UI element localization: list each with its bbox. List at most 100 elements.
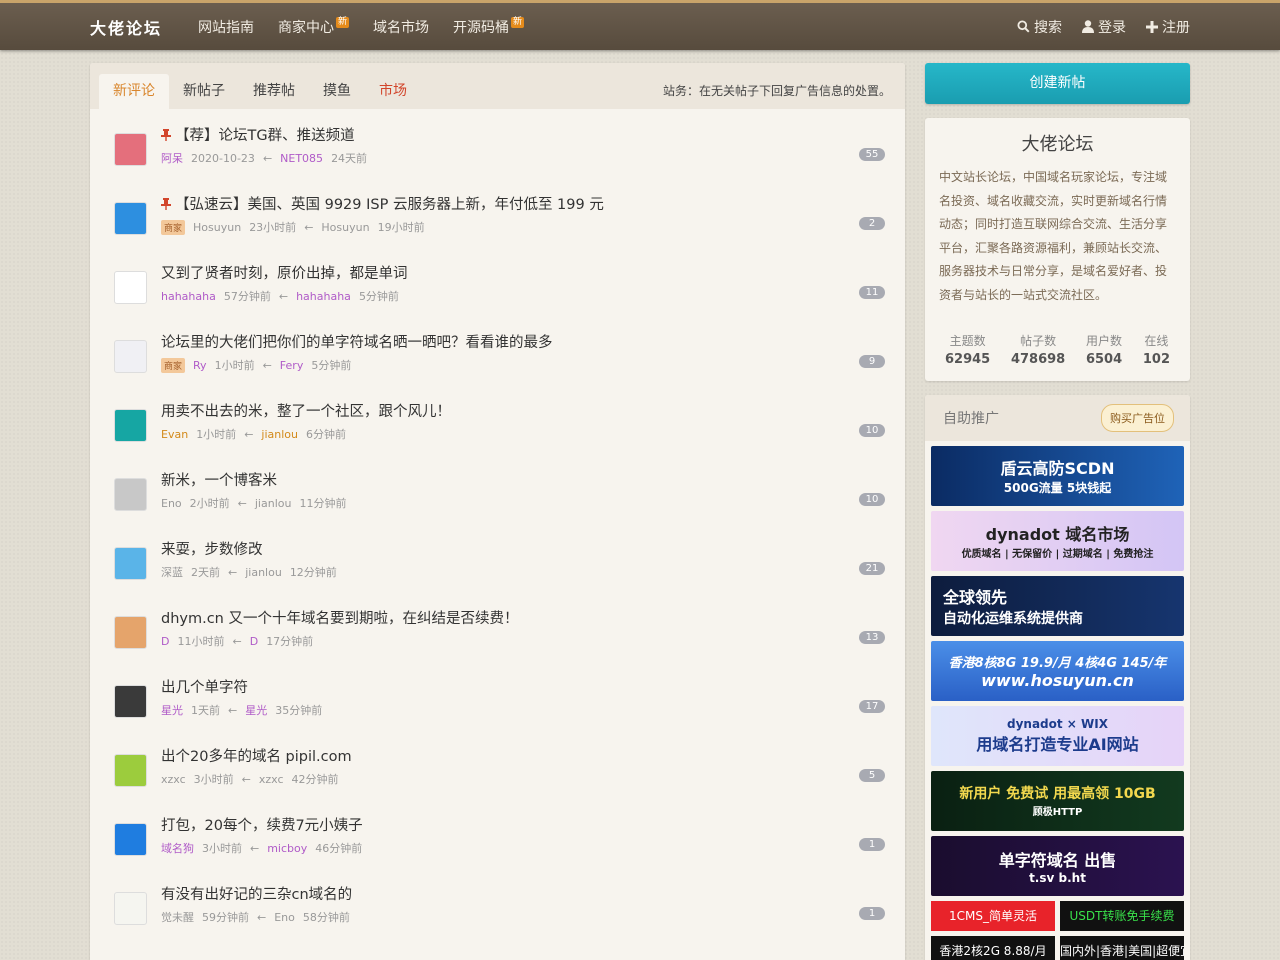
last-reply-user[interactable]: Eno — [274, 911, 295, 924]
tab-recommended[interactable]: 推荐帖 — [239, 74, 309, 109]
topic-author[interactable]: 深蓝 — [161, 564, 183, 580]
avatar[interactable] — [114, 409, 147, 442]
text-ad-usdt[interactable]: USDT转账免手续费 — [1060, 900, 1184, 931]
topic-title[interactable]: 出几个单字符 — [161, 676, 859, 697]
topic-author[interactable]: Eno — [161, 497, 182, 510]
nav-merchant-center[interactable]: 商家中心新 — [278, 17, 350, 37]
reply-count[interactable]: 10 — [859, 493, 885, 506]
last-reply-user[interactable]: D — [250, 635, 258, 648]
text-ad-1cms[interactable]: 1CMS_简单灵活 — [931, 900, 1055, 931]
last-reply-user[interactable]: hahahaha — [296, 290, 351, 303]
ad-banner-hosuyun[interactable]: 香港8核8G 19.9/月 4核4G 145/年 www.hosuyun.cn — [931, 640, 1184, 701]
topic-title[interactable]: 来耍，步数修改 — [161, 538, 859, 559]
topic-row[interactable]: 出几个单字符 星光 1天前 ← 星光 35分钟前 17 — [90, 661, 905, 730]
last-reply-user[interactable]: xzxc — [259, 773, 284, 786]
topic-author[interactable]: D — [161, 635, 169, 648]
reply-count[interactable]: 55 — [859, 148, 885, 161]
avatar[interactable] — [114, 823, 147, 856]
create-topic-button[interactable]: 创建新帖 — [925, 63, 1190, 104]
avatar[interactable] — [114, 271, 147, 304]
tab-new-posts[interactable]: 新帖子 — [169, 74, 239, 109]
topic-author[interactable]: hahahaha — [161, 290, 216, 303]
site-notice[interactable]: 站务：在无关帖子下回复广告信息的处置。 — [663, 82, 891, 99]
buy-ad-button[interactable]: 购买广告位 — [1101, 403, 1174, 432]
reply-count[interactable]: 1 — [859, 838, 885, 851]
last-reply-user[interactable]: micboy — [267, 842, 307, 855]
avatar[interactable] — [114, 547, 147, 580]
avatar[interactable] — [114, 892, 147, 925]
topic-row[interactable]: 【荐】论坛TG群、推送频道 阿呆 2020-10-23 ← NET085 24天… — [90, 109, 905, 178]
last-reply-user[interactable]: jianlou — [255, 497, 292, 510]
topic-author[interactable]: 星光 — [161, 702, 183, 718]
topic-row[interactable]: 出个20多年的域名 pipil.com xzxc 3小时前 ← xzxc 42分… — [90, 730, 905, 799]
ad-banner-single-char-domain[interactable]: 单字符域名 出售 t.sv b.ht — [931, 835, 1184, 896]
reply-count[interactable]: 21 — [859, 562, 885, 575]
last-reply-user[interactable]: NET085 — [280, 152, 323, 165]
reply-count[interactable]: 11 — [859, 286, 885, 299]
topic-author[interactable]: xzxc — [161, 773, 186, 786]
reply-count[interactable]: 17 — [859, 700, 885, 713]
nav-open-source[interactable]: 开源码桶新 — [453, 17, 525, 37]
topic-row[interactable]: 用卖不出去的米，整了一个社区，跟个风儿！ Evan 1小时前 ← jianlou… — [90, 385, 905, 454]
reply-count[interactable]: 10 — [859, 424, 885, 437]
topic-title[interactable]: 新米，一个博客米 — [161, 469, 859, 490]
topic-row[interactable]: 论坛里的大佬们把你们的单字符域名晒一晒吧？看看谁的最多 商家 Ry 1小时前 ←… — [90, 316, 905, 385]
text-ad-hk-server[interactable]: 香港2核2G 8.88/月 — [931, 935, 1055, 960]
topic-row[interactable]: dhym.cn 又一个十年域名要到期啦，在纠结是否续费！ D 11小时前 ← D… — [90, 592, 905, 661]
search-link[interactable]: 搜索 — [1017, 17, 1062, 37]
avatar[interactable] — [114, 202, 147, 235]
avatar[interactable] — [114, 685, 147, 718]
topic-row[interactable]: 新米，一个博客米 Eno 2小时前 ← jianlou 11分钟前 10 — [90, 454, 905, 523]
last-reply-user[interactable]: jianlou — [261, 428, 298, 441]
reply-count[interactable]: 2 — [859, 217, 885, 230]
last-reply-user[interactable]: Fery — [280, 359, 304, 372]
ad-banner-dynadot-market[interactable]: dynadot 域名市场 优质域名 | 无保留价 | 过期域名 | 免费抢注 — [931, 510, 1184, 571]
ad-banner-dynadot-wix[interactable]: dynadot × WIX 用域名打造专业AI网站 — [931, 705, 1184, 766]
tab-market[interactable]: 市场 — [365, 74, 421, 109]
topic-title[interactable]: 【弘速云】美国、英国 9929 ISP 云服务器上新，年付低至 199 元 — [161, 193, 859, 214]
topic-row[interactable]: 来耍，步数修改 深蓝 2天前 ← jianlou 12分钟前 21 — [90, 523, 905, 592]
topic-title[interactable]: 用卖不出去的米，整了一个社区，跟个风儿！ — [161, 400, 859, 421]
topic-row[interactable]: 又到了贤者时刻，原价出掉，都是单词 hahahaha 57分钟前 ← hahah… — [90, 247, 905, 316]
topic-title[interactable]: 又到了贤者时刻，原价出掉，都是单词 — [161, 262, 859, 283]
topic-author[interactable]: Hosuyun — [193, 221, 241, 234]
avatar[interactable] — [114, 340, 147, 373]
site-logo[interactable]: 大佬论坛 — [90, 15, 198, 39]
nav-guide[interactable]: 网站指南 — [198, 17, 254, 37]
text-ad-hosting[interactable]: 国内外|香港|美国|超便宜 — [1060, 935, 1184, 960]
reply-count[interactable]: 5 — [859, 769, 885, 782]
topic-author[interactable]: Evan — [161, 428, 188, 441]
nav-domain-market[interactable]: 域名市场 — [373, 17, 429, 37]
topic-title[interactable]: 出个20多年的域名 pipil.com — [161, 745, 859, 766]
topic-row[interactable]: 打包，20每个，续费7元小姨子 域名狗 3小时前 ← micboy 46分钟前 … — [90, 799, 905, 868]
register-link[interactable]: 注册 — [1146, 17, 1190, 37]
last-reply-user[interactable]: 星光 — [245, 702, 267, 718]
ad-banner-http-proxy[interactable]: 新用户 免费试 用最高领 10GB 顾极HTTP — [931, 770, 1184, 831]
avatar[interactable] — [114, 616, 147, 649]
topic-author[interactable]: 觉未醒 — [161, 909, 194, 925]
last-reply-user[interactable]: jianlou — [245, 566, 282, 579]
avatar[interactable] — [114, 754, 147, 787]
avatar[interactable] — [114, 478, 147, 511]
avatar[interactable] — [114, 133, 147, 166]
last-reply-user[interactable]: Hosuyun — [321, 221, 369, 234]
reply-count[interactable]: 13 — [859, 631, 885, 644]
topic-title[interactable]: 有没有出好记的三杂cn域名的 — [161, 883, 859, 904]
topic-row[interactable]: 有没有出好记的三杂cn域名的 觉未醒 59分钟前 ← Eno 58分钟前 1 — [90, 868, 905, 937]
login-link[interactable]: 登录 — [1082, 17, 1126, 37]
topic-title[interactable]: 论坛里的大佬们把你们的单字符域名晒一晒吧？看看谁的最多 — [161, 331, 859, 352]
reply-count[interactable]: 1 — [859, 907, 885, 920]
topic-title[interactable]: 【荐】论坛TG群、推送频道 — [161, 124, 859, 145]
topic-row[interactable]: 【弘速云】美国、英国 9929 ISP 云服务器上新，年付低至 199 元 商家… — [90, 178, 905, 247]
tab-new-comments[interactable]: 新评论 — [99, 74, 169, 109]
ad-banner-toplink[interactable]: 全球领先 自动化运维系统提供商 — [931, 575, 1184, 636]
topic-title[interactable]: 打包，20每个，续费7元小姨子 — [161, 814, 859, 835]
topic-meta: 阿呆 2020-10-23 ← NET085 24天前 — [161, 150, 859, 166]
topic-title[interactable]: dhym.cn 又一个十年域名要到期啦，在纠结是否续费！ — [161, 607, 859, 628]
tab-slacking[interactable]: 摸鱼 — [309, 74, 365, 109]
ad-banner-scdn[interactable]: 盾云高防SCDN 500G流量 5块钱起 — [931, 445, 1184, 506]
topic-author[interactable]: Ry — [193, 359, 207, 372]
topic-author[interactable]: 域名狗 — [161, 840, 194, 856]
topic-author[interactable]: 阿呆 — [161, 150, 183, 166]
reply-count[interactable]: 9 — [859, 355, 885, 368]
